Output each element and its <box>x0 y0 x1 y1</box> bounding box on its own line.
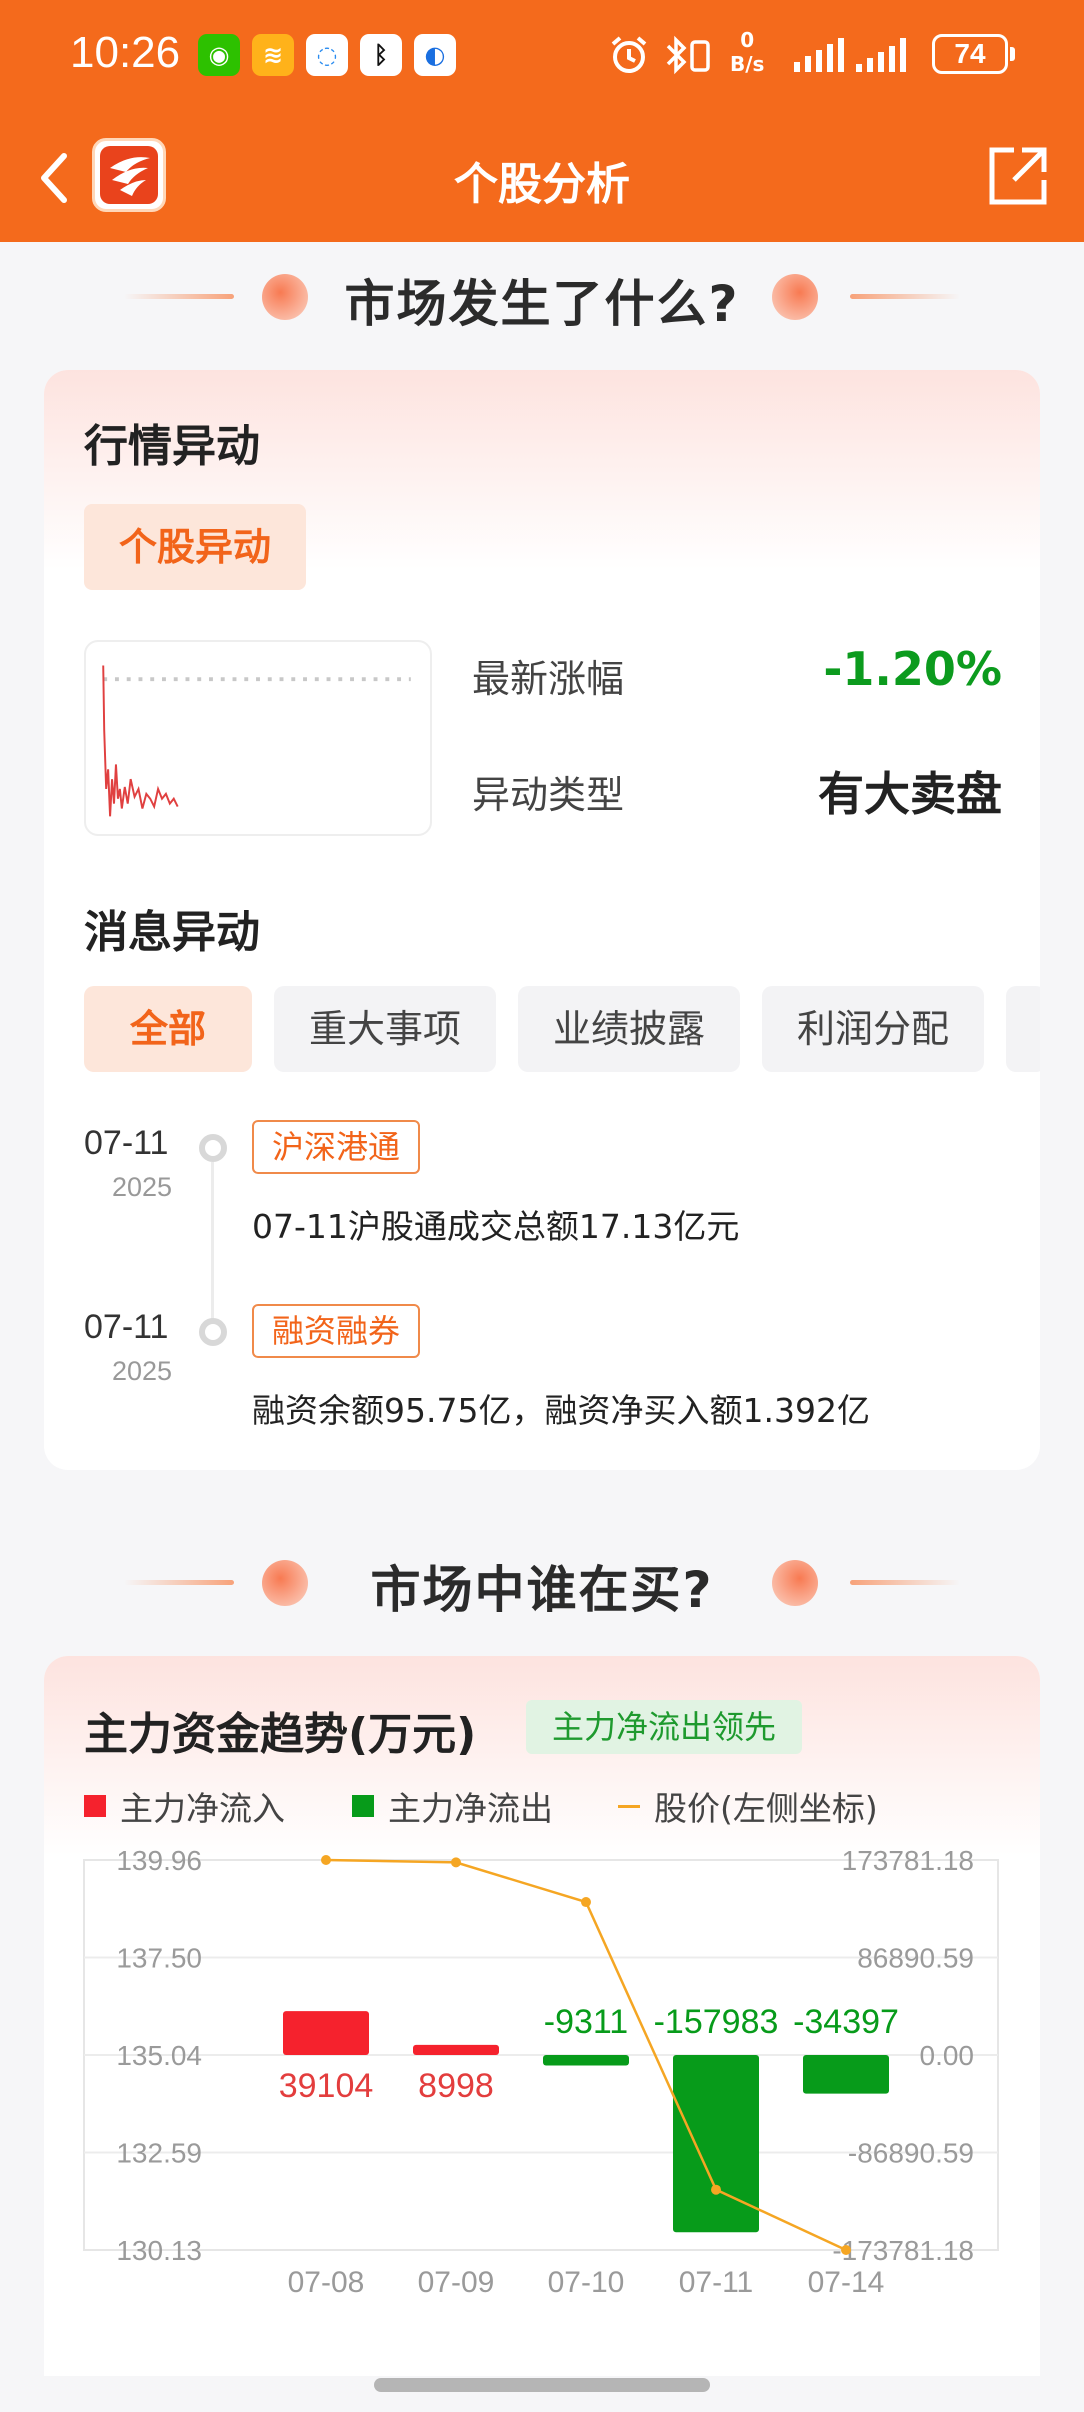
price-point <box>841 2245 851 2255</box>
section-banner-who-is-buying: 市场中谁在买? <box>0 1542 1084 1622</box>
filter-chip-earnings[interactable]: 业绩披露 <box>518 986 740 1072</box>
timeline-dot <box>199 1134 227 1162</box>
news-tag: 融资融券 <box>252 1304 421 1358</box>
news-date: 07-11 <box>84 1124 169 1162</box>
price-point <box>321 1855 331 1865</box>
filter-chip-more[interactable] <box>1006 986 1040 1072</box>
legend-price: 股价(左侧坐标) <box>618 1782 878 1830</box>
news-anomaly-title: 消息异动 <box>84 907 260 958</box>
bar-data-label: -157983 <box>654 2003 779 2041</box>
filter-chip-profit-distribution[interactable]: 利润分配 <box>762 986 984 1072</box>
inflow-bar <box>283 2011 369 2055</box>
battery-icon: 74 <box>932 34 1015 74</box>
bluetooth-app-icon: ᛒ <box>360 34 402 76</box>
app-notification-icon: ≋ <box>252 34 294 76</box>
filter-chip-all[interactable]: 全部 <box>84 986 252 1072</box>
x-axis-tick: 07-09 <box>418 2266 495 2296</box>
news-year: 2025 <box>112 1172 173 1202</box>
right-axis-tick: 0.00 <box>920 2040 975 2071</box>
legend-swatch-line <box>618 1804 640 1808</box>
price-point <box>451 1857 461 1868</box>
anomaly-type-value: 有大卖盘 <box>818 767 1002 821</box>
net-speed-unit: B/s <box>730 52 765 76</box>
alarm-icon <box>611 36 647 73</box>
app-header: 10:26 ◉ ≋ ◌ ᛒ ◐ 0 B/s 74 个股分析 <box>0 0 1084 242</box>
latest-change-label: 最新涨幅 <box>472 657 625 701</box>
news-date: 07-11 <box>84 1308 169 1346</box>
left-axis-tick: 139.96 <box>116 1846 202 1876</box>
x-axis-tick: 07-08 <box>288 2266 365 2296</box>
legend-inflow: 主力净流入 <box>84 1782 285 1830</box>
legend-outflow: 主力净流出 <box>352 1782 553 1830</box>
fund-trend-title: 主力资金趋势(万元) <box>84 1709 477 1760</box>
market-anomaly-title: 行情异动 <box>84 421 260 472</box>
anomaly-type-label: 异动类型 <box>472 773 625 817</box>
left-axis-tick: 137.50 <box>116 1943 202 1974</box>
home-indicator[interactable] <box>374 2378 710 2392</box>
filter-chip-major-events[interactable]: 重大事项 <box>274 986 496 1072</box>
intraday-sparkline[interactable] <box>84 640 432 836</box>
legend-inflow-label: 主力净流入 <box>120 1789 285 1828</box>
news-tag: 沪深港通 <box>252 1120 421 1174</box>
anomaly-card: 行情异动 个股异动 最新涨幅 -1.20% 异动类型 有大卖盘 消息异动 全部 … <box>44 370 1040 1470</box>
wechat-icon: ◉ <box>198 34 240 76</box>
left-axis-tick: 132.59 <box>116 2138 202 2169</box>
left-axis-tick: 135.04 <box>116 2040 202 2071</box>
news-text: 融资余额95.75亿，融资净买入额1.392亿 <box>252 1391 870 1430</box>
outflow-bar <box>803 2055 889 2094</box>
legend-swatch-green <box>352 1795 374 1817</box>
banner-dot-right <box>772 274 818 320</box>
banner-title: 市场发生了什么? <box>344 275 740 333</box>
timeline-dot <box>199 1318 227 1346</box>
legend-price-label: 股价(左侧坐标) <box>654 1789 878 1828</box>
banner-line-right <box>850 294 960 299</box>
news-text: 07-11沪股通成交总额17.13亿元 <box>252 1207 740 1246</box>
bar-data-label: -9311 <box>544 2003 628 2041</box>
section-banner-what-happened: 市场发生了什么? <box>0 256 1084 336</box>
latest-change-value: -1.20% <box>823 642 1002 696</box>
news-year: 2025 <box>112 1356 173 1386</box>
bar-data-label: 39104 <box>279 2067 374 2105</box>
share-icon[interactable] <box>984 144 1050 210</box>
bluetooth-vibrate-icon <box>666 35 710 75</box>
status-time: 10:26 <box>70 28 181 77</box>
banner-line-right <box>850 1580 960 1585</box>
banner-dot-right <box>772 1560 818 1606</box>
bar-data-label: -34397 <box>793 2003 899 2041</box>
price-point <box>711 2184 721 2195</box>
net-speed-value: 0 <box>740 28 755 52</box>
right-axis-tick: 173781.18 <box>842 1846 974 1876</box>
page-title: 个股分析 <box>454 159 630 210</box>
inflow-bar <box>413 2044 499 2055</box>
right-axis-tick: -86890.59 <box>848 2138 974 2169</box>
fund-trend-chart[interactable]: 139.96 137.50 135.04 132.59 130.13 173781.18 8… <box>44 1846 1040 2296</box>
stock-anomaly-tag: 个股异动 <box>84 504 306 590</box>
outflow-bar <box>673 2055 759 2233</box>
right-axis-tick: 86890.59 <box>857 1943 974 1974</box>
right-axis-tick: -173781.18 <box>832 2235 974 2266</box>
timeline-line <box>211 1162 214 1328</box>
signal-icon <box>794 36 844 72</box>
net-speed: 0 B/s <box>730 28 764 76</box>
status-bar: 10:26 ◉ ≋ ◌ ᛒ ◐ 0 B/s 74 <box>0 0 1084 112</box>
fund-trend-card: 主力资金趋势(万元) 主力净流出领先 主力净流入 主力净流出 股价(左侧坐标) … <box>44 1656 1040 2376</box>
x-axis-tick: 07-10 <box>548 2266 625 2296</box>
banner-title: 市场中谁在买? <box>370 1561 714 1619</box>
legend-swatch-red <box>84 1795 106 1817</box>
bar-data-label: 8998 <box>418 2067 494 2105</box>
left-axis-tick: 130.13 <box>116 2235 202 2266</box>
browser-app-icon: ◐ <box>414 34 456 76</box>
net-outflow-badge: 主力净流出领先 <box>526 1700 802 1754</box>
x-axis-tick: 07-11 <box>679 2266 754 2296</box>
price-point <box>581 1897 591 1908</box>
signal-icon-2 <box>856 36 906 72</box>
legend-outflow-label: 主力净流出 <box>388 1789 553 1828</box>
outflow-bar <box>543 2055 629 2066</box>
chat-notification-icon: ◌ <box>306 34 348 76</box>
x-axis-tick: 07-14 <box>808 2266 885 2296</box>
